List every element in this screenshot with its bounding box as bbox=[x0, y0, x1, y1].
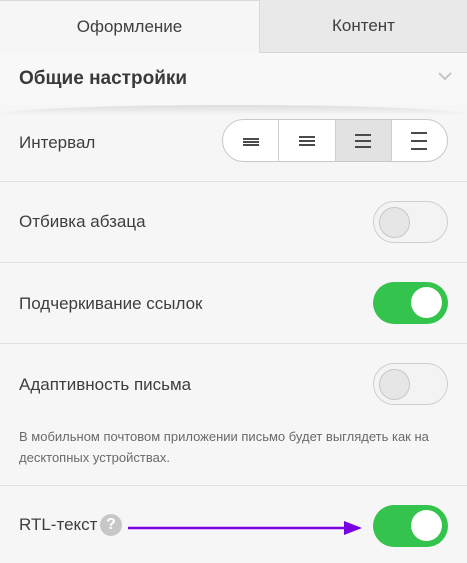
rtl-text-toggle[interactable] bbox=[373, 505, 448, 547]
general-settings-header[interactable]: Общие настройки bbox=[0, 53, 467, 105]
link-underline-toggle[interactable] bbox=[373, 282, 448, 324]
toggle-knob bbox=[379, 207, 410, 238]
adaptive-email-toggle[interactable] bbox=[373, 363, 448, 405]
line-spacing-option-1[interactable] bbox=[223, 120, 280, 161]
line-spacing-option-2[interactable] bbox=[279, 120, 336, 161]
toggle-knob bbox=[379, 369, 410, 400]
arrow-right-icon bbox=[128, 521, 362, 535]
tab-bar: Оформление Контент bbox=[0, 0, 467, 53]
section-title: Общие настройки bbox=[19, 68, 188, 89]
help-icon[interactable]: ? bbox=[100, 514, 122, 536]
setting-label: RTL-текст bbox=[19, 515, 98, 534]
interval-label: Интервал bbox=[19, 133, 96, 152]
setting-label: Отбивка абзаца bbox=[19, 212, 146, 231]
toggle-knob bbox=[411, 287, 442, 318]
line-spacing-wide-icon bbox=[355, 133, 372, 148]
line-spacing-normal-icon bbox=[298, 135, 315, 146]
paragraph-spacing-toggle[interactable] bbox=[373, 201, 448, 243]
toggle-knob bbox=[411, 510, 442, 541]
line-spacing-option-4[interactable] bbox=[392, 120, 447, 161]
tab-design[interactable]: Оформление bbox=[0, 0, 260, 53]
chevron-down-icon[interactable] bbox=[437, 68, 453, 84]
line-spacing-selector bbox=[222, 119, 448, 162]
adaptive-email-note: В мобильном почтовом приложении письмо б… bbox=[19, 429, 429, 465]
line-spacing-widest-icon bbox=[411, 131, 428, 150]
line-spacing-tight-icon bbox=[242, 137, 259, 146]
tab-content[interactable]: Контент bbox=[260, 0, 467, 53]
line-spacing-option-3[interactable] bbox=[335, 120, 392, 161]
setting-label: Подчеркивание ссылок bbox=[19, 294, 203, 313]
setting-label: Адаптивность письма bbox=[19, 375, 192, 394]
